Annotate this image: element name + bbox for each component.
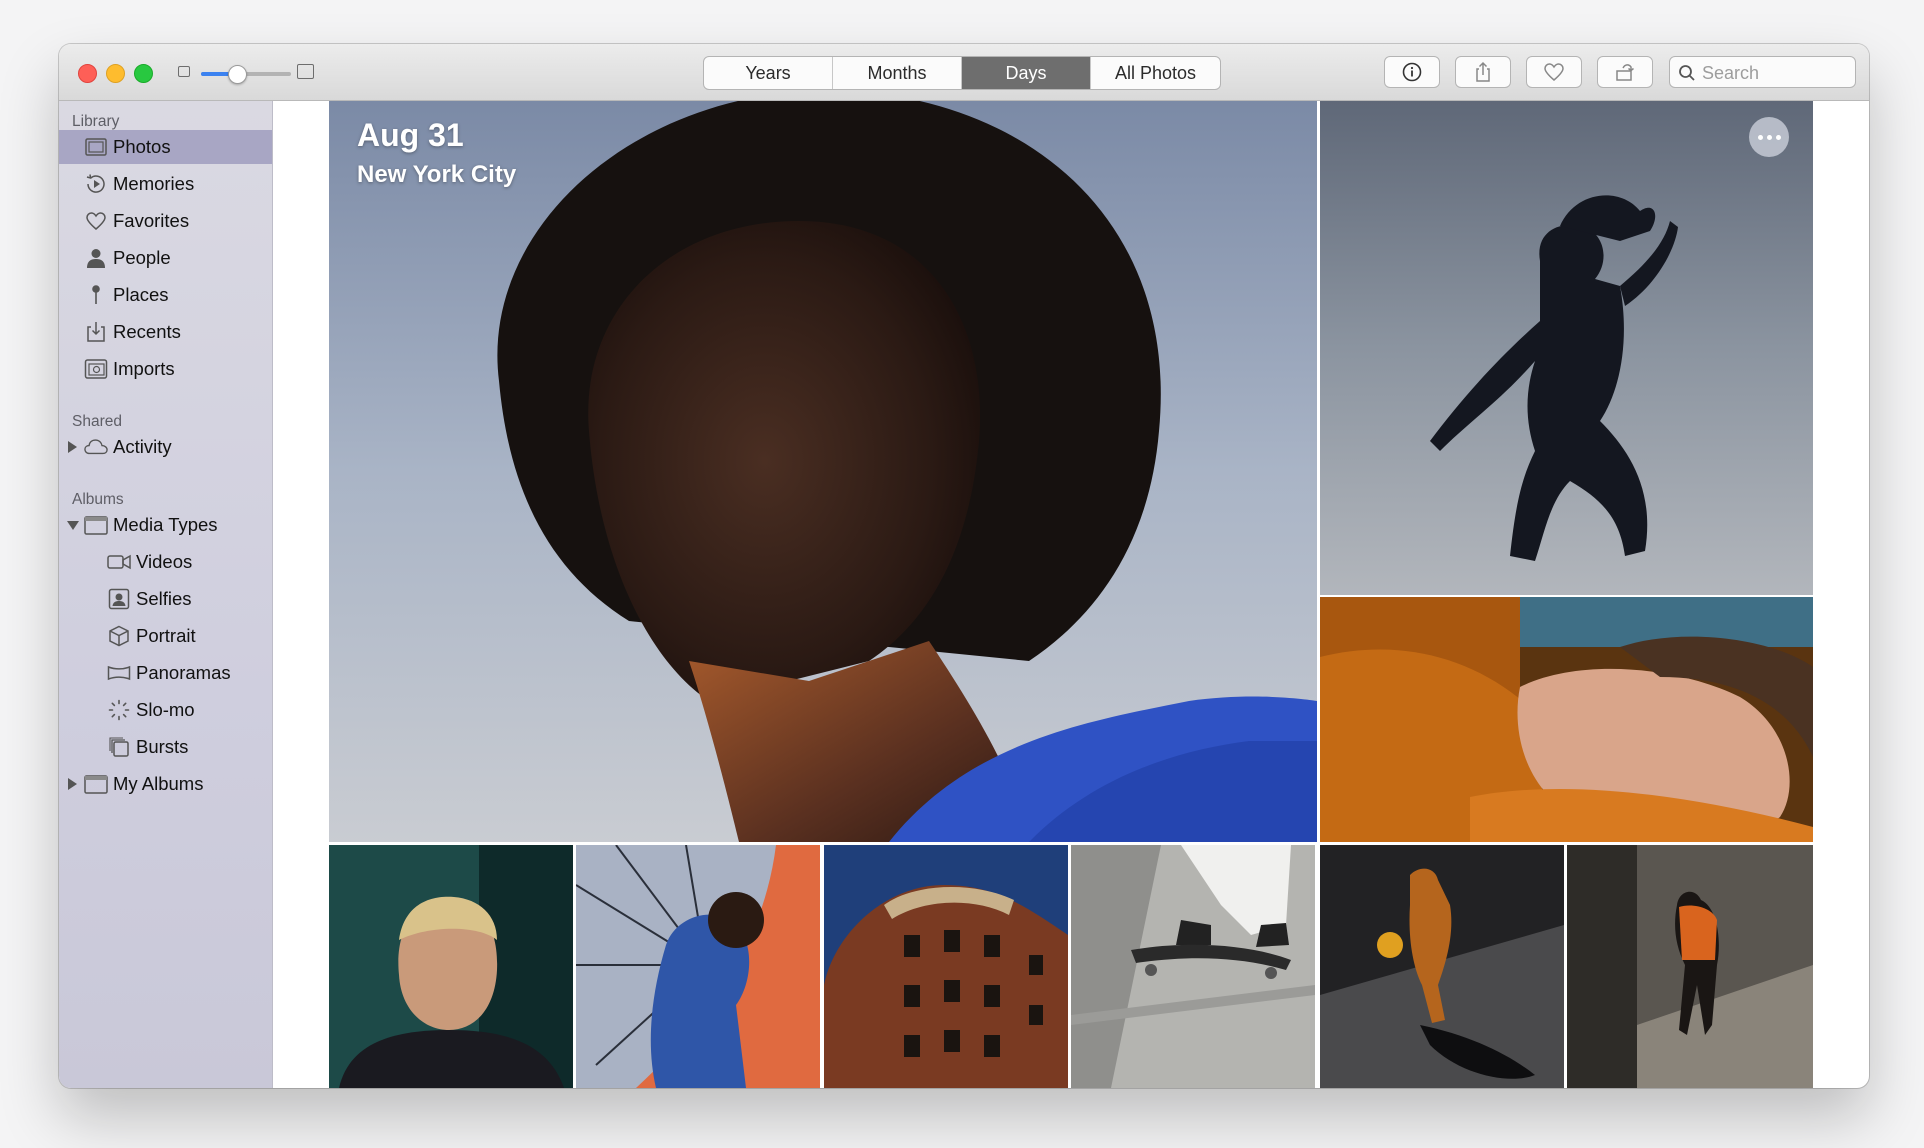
- disclosure-right-icon[interactable]: [68, 441, 77, 453]
- sidebar-item-people[interactable]: People: [59, 241, 272, 275]
- sidebar-item-label: My Albums: [113, 773, 204, 794]
- sidebar-item-activity[interactable]: Activity: [59, 430, 272, 464]
- sidebar-item-my-albums[interactable]: My Albums: [59, 767, 272, 801]
- sidebar-item-imports[interactable]: Imports: [59, 352, 272, 386]
- zoom-out-icon: [178, 66, 190, 77]
- section-header-library: Library: [72, 113, 120, 130]
- sidebar-item-selfies[interactable]: Selfies: [59, 582, 272, 616]
- section-header-albums: Albums: [72, 491, 124, 508]
- teal-wall-portrait-photo[interactable]: [329, 845, 573, 1088]
- sidebar: Library Photos Memories Favorites People…: [59, 101, 273, 1088]
- close-window-button[interactable]: [78, 64, 97, 83]
- more-dot: [1766, 134, 1772, 140]
- tab-years[interactable]: Years: [704, 57, 833, 89]
- share-button[interactable]: [1455, 56, 1511, 88]
- toolbar: Years Months Days All Photos: [59, 44, 1869, 101]
- more-dot: [1775, 134, 1781, 140]
- disclosure-right-icon[interactable]: [68, 778, 77, 790]
- sidebar-item-portrait[interactable]: Portrait: [59, 619, 272, 653]
- sidebar-item-videos[interactable]: Videos: [59, 545, 272, 579]
- sidebar-item-label: Favorites: [113, 210, 190, 231]
- sidebar-item-label: Photos: [113, 136, 171, 157]
- umbrella-hood-photo[interactable]: [576, 845, 820, 1088]
- zoom-slider[interactable]: [201, 65, 291, 84]
- rotate-button[interactable]: [1597, 56, 1653, 88]
- sidebar-item-label: Selfies: [136, 588, 192, 609]
- rotate-icon: [1616, 64, 1634, 81]
- sidebar-item-label: Places: [113, 284, 169, 305]
- portrait-cube-icon: [107, 624, 131, 648]
- recents-icon: [84, 320, 108, 344]
- pin-icon: [84, 283, 108, 307]
- tab-all-photos[interactable]: All Photos: [1091, 57, 1220, 89]
- sidebar-item-favorites[interactable]: Favorites: [59, 204, 272, 238]
- view-switcher: Years Months Days All Photos: [703, 56, 1221, 90]
- heart-icon: [84, 209, 108, 233]
- more-dot: [1757, 134, 1763, 140]
- zoom-window-button[interactable]: [134, 64, 153, 83]
- search-input[interactable]: [1700, 57, 1854, 89]
- more-options-button[interactable]: [1749, 117, 1789, 157]
- info-button[interactable]: [1384, 56, 1440, 88]
- favorite-button[interactable]: [1526, 56, 1582, 88]
- portrait-closeup-photo[interactable]: Aug 31 New York City: [329, 101, 1317, 842]
- info-icon: [1402, 62, 1422, 82]
- share-icon: [1476, 61, 1490, 82]
- sidebar-item-bursts[interactable]: Bursts: [59, 730, 272, 764]
- sidebar-item-recents[interactable]: Recents: [59, 315, 272, 349]
- reclining-face-photo[interactable]: [1320, 597, 1813, 842]
- sidebar-item-label: People: [113, 247, 171, 268]
- video-icon: [107, 550, 131, 574]
- sidebar-item-label: Imports: [113, 358, 175, 379]
- sidebar-item-label: Bursts: [136, 736, 189, 757]
- cloud-icon: [84, 435, 108, 459]
- imports-icon: [84, 357, 108, 381]
- zoom-in-icon: [297, 64, 314, 79]
- moment-location: New York City: [357, 161, 517, 188]
- jumping-silhouette-photo[interactable]: [1320, 101, 1813, 595]
- search-field[interactable]: [1669, 56, 1856, 89]
- section-header-shared: Shared: [72, 413, 122, 430]
- sidebar-item-media-types[interactable]: Media Types: [59, 508, 272, 542]
- disclosure-down-icon[interactable]: [67, 521, 79, 530]
- panorama-icon: [107, 661, 131, 685]
- brick-building-photo[interactable]: [824, 845, 1068, 1088]
- sidebar-item-label: Activity: [113, 436, 172, 457]
- basketball-photo[interactable]: [1320, 845, 1564, 1088]
- sidebar-item-slo-mo[interactable]: Slo-mo: [59, 693, 272, 727]
- sidebar-item-label: Portrait: [136, 625, 196, 646]
- skateboard-photo[interactable]: [1071, 845, 1315, 1088]
- folder-icon: [84, 513, 108, 537]
- bursts-icon: [107, 735, 131, 759]
- photos-window: Years Months Days All Photos Library Pho…: [59, 44, 1869, 1088]
- sidebar-item-label: Recents: [113, 321, 181, 342]
- heart-icon: [1544, 63, 1564, 81]
- sidebar-item-label: Videos: [136, 551, 193, 572]
- tab-months[interactable]: Months: [833, 57, 962, 89]
- sidebar-item-places[interactable]: Places: [59, 278, 272, 312]
- zoom-slider-knob[interactable]: [228, 65, 247, 84]
- sidebar-item-photos[interactable]: Photos: [59, 130, 272, 164]
- search-icon: [1679, 65, 1695, 81]
- sidebar-item-label: Slo-mo: [136, 699, 195, 720]
- sidebar-item-memories[interactable]: Memories: [59, 167, 272, 201]
- sidebar-item-label: Media Types: [113, 514, 218, 535]
- person-icon: [84, 246, 108, 270]
- moment-date: Aug 31: [357, 117, 464, 153]
- slomo-icon: [107, 698, 131, 722]
- folder-icon: [84, 772, 108, 796]
- sidebar-item-label: Memories: [113, 173, 195, 194]
- memories-icon: [84, 172, 108, 196]
- minimize-window-button[interactable]: [106, 64, 125, 83]
- tab-days[interactable]: Days: [962, 57, 1091, 89]
- photos-icon: [84, 135, 108, 159]
- sidebar-item-panoramas[interactable]: Panoramas: [59, 656, 272, 690]
- shadow-walk-photo[interactable]: [1567, 845, 1813, 1088]
- sidebar-item-label: Panoramas: [136, 662, 231, 683]
- selfie-icon: [107, 587, 131, 611]
